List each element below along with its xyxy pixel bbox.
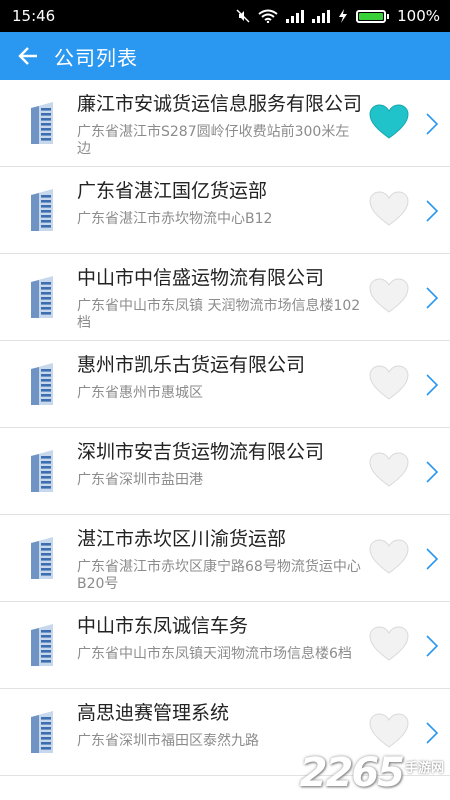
heart-icon (369, 713, 409, 748)
company-name: 惠州市凯乐古货运有限公司 (77, 354, 306, 376)
chevron-right-icon[interactable] (425, 113, 439, 135)
company-info: 惠州市凯乐古货运有限公司广东省惠州市惠城区 (77, 351, 362, 402)
chevron-right-icon[interactable] (425, 635, 439, 657)
favorite-button[interactable] (369, 278, 409, 314)
building-icon (27, 276, 57, 318)
company-name: 中山市中信盛运物流有限公司 (77, 267, 325, 289)
favorite-button[interactable] (369, 191, 409, 227)
heart-icon (369, 539, 409, 574)
heart-icon (369, 191, 409, 226)
company-info: 中山市中信盛运物流有限公司广东省中山市东凤镇 天润物流市场信息楼102档 (77, 264, 362, 332)
company-address: 广东省深圳市盐田港 (77, 472, 203, 488)
battery-percent: 100% (397, 7, 440, 25)
heart-icon (369, 452, 409, 487)
chevron-right-icon[interactable] (425, 374, 439, 396)
company-address: 广东省深圳市福田区泰然九路 (77, 733, 259, 749)
charging-icon (339, 9, 348, 23)
company-list: 廉江市安诚货运信息服务有限公司 广东省湛江市S287圆岭仔收费站前300米左边 广东… (0, 80, 450, 776)
building-icon (27, 102, 57, 144)
company-address: 广东省惠州市惠城区 (77, 385, 203, 401)
watermark-number: 2265 (299, 750, 405, 796)
signal-icon (286, 9, 305, 23)
company-name: 湛江市赤坎区川渝货运部 (77, 528, 287, 550)
company-address: 广东省湛江市赤坎区康宁路68号物流货运中心B20号 (77, 559, 361, 592)
company-address: 广东省湛江市赤坎物流中心B12 (77, 211, 273, 227)
chevron-right-icon[interactable] (425, 722, 439, 744)
company-info: 广东省湛江国亿货运部广东省湛江市赤坎物流中心B12 (77, 177, 362, 228)
app-bar: 公司列表 (0, 32, 450, 80)
company-info: 深圳市安吉货运物流有限公司广东省深圳市盐田港 (77, 438, 362, 489)
chevron-right-icon[interactable] (425, 200, 439, 222)
company-name: 中山市东凤诚信车务 (77, 615, 249, 637)
list-item[interactable]: 中山市中信盛运物流有限公司广东省中山市东凤镇 天润物流市场信息楼102档 (0, 254, 450, 341)
heart-icon (369, 104, 409, 139)
company-info: 廉江市安诚货运信息服务有限公司广东省湛江市S287圆岭仔收费站前300米左边 (77, 90, 362, 158)
battery-icon (356, 9, 390, 23)
favorite-button[interactable] (369, 452, 409, 488)
building-icon (27, 363, 57, 405)
list-item[interactable]: 惠州市凯乐古货运有限公司广东省惠州市惠城区 (0, 341, 450, 428)
company-name: 广东省湛江国亿货运部 (77, 180, 268, 202)
heart-icon (369, 278, 409, 313)
favorite-button[interactable] (369, 539, 409, 575)
heart-icon (369, 626, 409, 661)
favorite-button[interactable] (369, 626, 409, 662)
list-item[interactable]: 湛江市赤坎区川渝货运部广东省湛江市赤坎区康宁路68号物流货运中心B20号 (0, 515, 450, 602)
list-item[interactable]: 中山市东凤诚信车务广东省中山市东凤镇天润物流市场信息楼6档 (0, 602, 450, 689)
chevron-right-icon[interactable] (425, 461, 439, 483)
company-name: 高思迪赛管理系统 (77, 702, 230, 724)
chevron-right-icon[interactable] (425, 287, 439, 309)
status-time: 15:46 (12, 7, 56, 25)
arrow-left-icon (18, 47, 37, 65)
building-icon (27, 189, 57, 231)
heart-icon (369, 365, 409, 400)
company-name: 深圳市安吉货运物流有限公司 (77, 441, 325, 463)
company-address: 广东省中山市东凤镇天润物流市场信息楼6档 (77, 646, 352, 662)
back-button[interactable] (14, 42, 42, 70)
company-info: 高思迪赛管理系统广东省深圳市福田区泰然九路 (77, 699, 362, 750)
status-icons: 100% (236, 7, 440, 25)
building-icon (27, 450, 57, 492)
company-info: 湛江市赤坎区川渝货运部广东省湛江市赤坎区康宁路68号物流货运中心B20号 (77, 525, 362, 593)
mute-icon (236, 9, 250, 23)
company-name: 廉江市安诚货运信息服务有限公司 (77, 93, 362, 115)
list-item[interactable]: 深圳市安吉货运物流有限公司广东省深圳市盐田港 (0, 428, 450, 515)
page-title: 公司列表 (54, 45, 138, 70)
chevron-right-icon[interactable] (425, 548, 439, 570)
favorite-button[interactable] (369, 713, 409, 749)
building-icon (27, 711, 57, 753)
company-address: 广东省中山市东凤镇 天润物流市场信息楼102档 (77, 298, 361, 331)
signal-icon (312, 9, 331, 23)
wifi-icon (258, 9, 278, 23)
status-bar: 15:46 100% (0, 0, 450, 32)
building-icon (27, 537, 57, 579)
building-icon (27, 624, 57, 666)
watermark: 2265 手游网 (300, 750, 444, 796)
favorite-button[interactable] (369, 365, 409, 401)
list-item[interactable]: 廉江市安诚货运信息服务有限公司广东省湛江市S287圆岭仔收费站前300米左边 (0, 80, 450, 167)
company-info: 中山市东凤诚信车务广东省中山市东凤镇天润物流市场信息楼6档 (77, 612, 362, 663)
company-address: 广东省湛江市S287圆岭仔收费站前300米左边 (77, 124, 350, 157)
list-item[interactable]: 广东省湛江国亿货运部广东省湛江市赤坎物流中心B12 (0, 167, 450, 254)
watermark-suffix: 手游网 (404, 761, 444, 776)
favorite-button[interactable] (369, 104, 409, 140)
